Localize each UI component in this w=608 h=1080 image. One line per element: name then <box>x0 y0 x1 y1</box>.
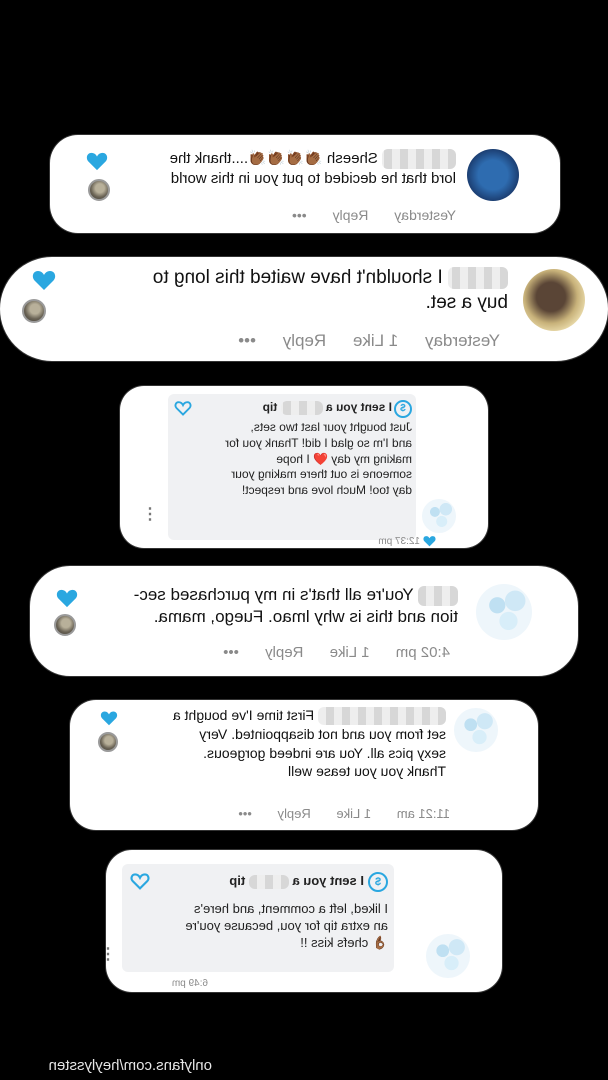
avatar[interactable] <box>467 149 519 201</box>
author-avatar <box>88 179 110 201</box>
dollar-circle-icon: $ <box>368 872 388 892</box>
blurred-username <box>318 707 446 726</box>
tip-text: I liked, left a comment, and here's an e… <box>185 901 388 951</box>
avatar[interactable] <box>523 269 585 331</box>
timestamp: Yesterday <box>394 207 456 223</box>
heart-outline-icon <box>174 401 192 416</box>
reply-link[interactable]: Reply <box>278 806 311 821</box>
more-icon[interactable]: ••• <box>292 207 307 223</box>
author-avatar <box>98 732 118 752</box>
heart-outline-icon <box>130 873 150 890</box>
more-icon[interactable]: ••• <box>223 644 239 661</box>
heart-icon[interactable] <box>86 151 108 171</box>
more-vertical-icon[interactable]: ⋮ <box>142 504 158 524</box>
heart-icon[interactable] <box>100 710 118 726</box>
blurred-amount <box>248 874 289 889</box>
comment-meta: Yesterday 1 Like Reply ••• <box>216 331 500 351</box>
heart-icon[interactable] <box>423 535 436 547</box>
comment-meta: Yesterday Reply ••• <box>270 207 456 223</box>
reply-link[interactable]: Reply <box>283 331 326 350</box>
avatar[interactable] <box>454 708 498 752</box>
tip-text: Just bought your last two sets, and I'm … <box>225 420 412 498</box>
reply-link[interactable]: Reply <box>265 644 303 661</box>
blurred-username <box>382 149 456 170</box>
comment-text: You're all that's in my purchased sec- t… <box>133 585 458 627</box>
reply-link[interactable]: Reply <box>333 207 369 223</box>
comment-meta: 11:21 am 1 Like Reply ••• <box>216 806 450 821</box>
comment-card-1: Sheesh 👏🏾👏🏾👏🏾👏🏾....thank the lord that h… <box>50 135 560 233</box>
timestamp: 12:37 pm <box>378 536 420 547</box>
comment-text: First time I've bought a set from you an… <box>172 707 446 780</box>
comment-card-2: I shouldn't have waited this long to buy… <box>0 257 608 361</box>
more-icon[interactable]: ••• <box>238 331 256 350</box>
tip-message: $ I sent you a tip I liked, left a comme… <box>122 864 394 972</box>
avatar[interactable] <box>422 499 456 533</box>
comment-meta: 4:02 pm 1 Like Reply ••• <box>201 644 450 661</box>
like-count: 1 Like <box>352 331 399 350</box>
tip-card-1: $ I sent you a tip Just bought your last… <box>120 386 488 548</box>
comment-text: Sheesh 👏🏾👏🏾👏🏾👏🏾....thank the lord that h… <box>169 149 456 188</box>
watermark: onlyfans.com/heylyssten <box>48 1057 212 1074</box>
timestamp: Yesterday <box>425 331 500 350</box>
comment-text: I shouldn't have waited this long to buy… <box>152 266 508 314</box>
tip-header: I sent you a tip <box>229 873 364 889</box>
timestamp: 11:21 am <box>396 806 450 821</box>
timestamp: 4:02 pm <box>395 644 450 661</box>
tip-header: I sent you a tip <box>262 400 392 415</box>
comment-card-4: First time I've bought a set from you an… <box>70 700 538 830</box>
tip-card-2: $ I sent you a tip I liked, left a comme… <box>106 850 502 992</box>
timestamp: 6:49 pm <box>171 978 208 989</box>
like-count: 1 Like <box>329 644 370 661</box>
comment-card-3: You're all that's in my purchased sec- t… <box>30 566 578 676</box>
heart-icon[interactable] <box>32 269 56 291</box>
more-vertical-icon[interactable]: ⋮ <box>106 944 116 964</box>
avatar[interactable] <box>476 584 532 640</box>
mirrored-screenshot: Sheesh 👏🏾👏🏾👏🏾👏🏾....thank the lord that h… <box>0 0 608 1080</box>
tip-message: $ I sent you a tip Just bought your last… <box>168 394 416 540</box>
blurred-username <box>448 266 508 289</box>
more-icon[interactable]: ••• <box>238 806 252 821</box>
author-avatar <box>22 299 46 323</box>
dollar-circle-icon: $ <box>394 400 412 418</box>
like-count: 1 Like <box>336 806 372 821</box>
blurred-username <box>418 585 458 606</box>
author-avatar <box>54 614 76 636</box>
blurred-amount <box>280 400 323 415</box>
heart-icon[interactable] <box>56 588 78 608</box>
avatar[interactable] <box>426 934 470 978</box>
